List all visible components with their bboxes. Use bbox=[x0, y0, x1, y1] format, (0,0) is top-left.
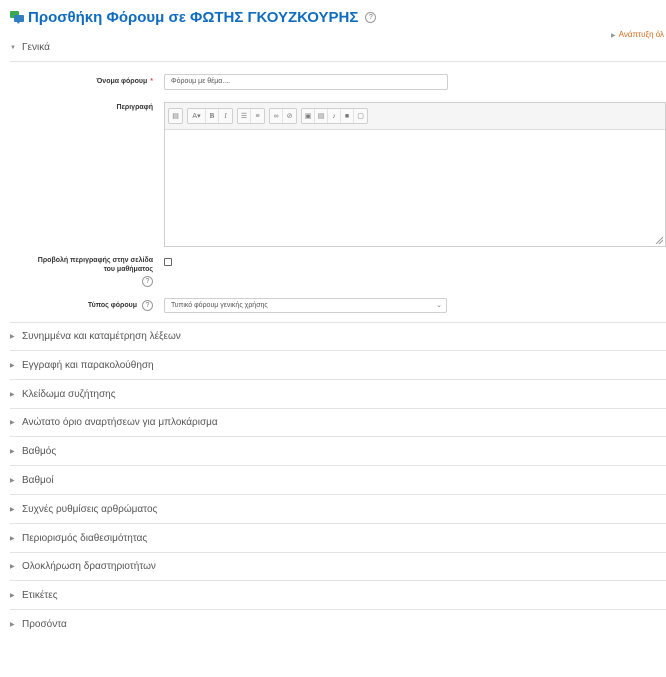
section-subscription-header[interactable]: ▶ Εγγραφή και παρακολούθηση bbox=[10, 360, 154, 371]
divider bbox=[10, 350, 666, 351]
chevron-down-icon: ⌄ bbox=[436, 302, 442, 309]
editor-toolbar: ▤ A▾ B I ☰ ≡ ∞ ⊘ ▣ ▤ ♪ ■ ▢ bbox=[165, 103, 665, 130]
record-video-icon[interactable]: ■ bbox=[341, 109, 354, 123]
divider bbox=[10, 552, 666, 553]
show-description-label: Προβολή περιγραφής στην σελίδα του μαθήμ… bbox=[37, 257, 153, 287]
caret-right-icon: ▶ bbox=[10, 363, 15, 369]
required-icon: * bbox=[150, 78, 153, 85]
help-icon[interactable]: ? bbox=[365, 11, 377, 23]
divider bbox=[10, 61, 666, 62]
section-label: Συνημμένα και καταμέτρηση λέξεων bbox=[22, 331, 181, 342]
section-tags-header[interactable]: ▶ Ετικέτες bbox=[10, 590, 58, 601]
caret-right-icon: ▶ bbox=[10, 334, 15, 340]
section-ratings-header[interactable]: ▶ Βαθμοί bbox=[10, 475, 54, 486]
help-icon[interactable]: ? bbox=[142, 300, 153, 311]
resize-handle-icon[interactable] bbox=[655, 236, 663, 244]
toggle-toolbar-icon[interactable]: ▤ bbox=[169, 109, 182, 123]
page-title: Προσθήκη Φόρουμ σε ΦΩΤΗΣ ΓΚΟΥΖΚΟΥΡΗΣ bbox=[28, 8, 359, 26]
caret-right-icon: ▶ bbox=[10, 392, 15, 398]
divider bbox=[10, 322, 666, 323]
unordered-list-icon[interactable]: ☰ bbox=[238, 109, 251, 123]
caret-right-icon: ▶ bbox=[10, 449, 15, 455]
section-label: Συχνές ρυθμίσεις αρθρώματος bbox=[22, 504, 158, 515]
forum-type-label-row: Τύπος φόρουμ ? bbox=[60, 300, 153, 311]
toolbar-group: ☰ ≡ bbox=[237, 108, 265, 124]
forum-name-input[interactable]: Φόρουμ με θέμα.... bbox=[164, 74, 448, 90]
divider bbox=[10, 465, 666, 466]
section-label: Κλείδωμα συζήτησης bbox=[22, 389, 116, 400]
caret-right-icon: ▶ bbox=[10, 478, 15, 484]
section-competencies-header[interactable]: ▶ Προσόντα bbox=[10, 619, 67, 630]
caret-right-icon: ▶ bbox=[10, 593, 15, 599]
divider bbox=[10, 436, 666, 437]
section-label: Βαθμοί bbox=[22, 475, 54, 486]
section-label: Προσόντα bbox=[22, 619, 67, 630]
divider bbox=[10, 523, 666, 524]
description-label: Περιγραφή bbox=[116, 104, 153, 111]
show-description-checkbox[interactable] bbox=[164, 258, 172, 266]
ordered-list-icon[interactable]: ≡ bbox=[251, 109, 264, 123]
expand-all-caret-icon: ▶ bbox=[611, 33, 616, 39]
section-grade-header[interactable]: ▶ Βαθμός bbox=[10, 446, 56, 457]
divider bbox=[10, 609, 666, 610]
section-activity-completion-header[interactable]: ▶ Ολοκλήρωση δραστηριοτήτων bbox=[10, 561, 156, 572]
record-audio-icon[interactable]: ♪ bbox=[328, 109, 341, 123]
toolbar-group: ▤ bbox=[168, 108, 183, 124]
section-restrict-access-header[interactable]: ▶ Περιορισμός διαθεσιμότητας bbox=[10, 533, 147, 544]
caret-right-icon: ▶ bbox=[10, 536, 15, 542]
section-label: Εγγραφή και παρακολούθηση bbox=[22, 360, 154, 371]
caret-right-icon: ▶ bbox=[10, 507, 15, 513]
toolbar-group: ∞ ⊘ bbox=[269, 108, 297, 124]
expand-all-link[interactable]: ▶ Ανάπτυξη όλ bbox=[611, 30, 664, 39]
section-discussion-lock-header[interactable]: ▶ Κλείδωμα συζήτησης bbox=[10, 389, 116, 400]
forum-type-select[interactable]: Τυπικό φόρουμ γενικής χρήσης ⌄ bbox=[164, 298, 447, 313]
section-label: Ετικέτες bbox=[22, 590, 58, 601]
divider bbox=[10, 494, 666, 495]
link-icon[interactable]: ∞ bbox=[270, 109, 283, 123]
section-label: Ανώτατο όριο αναρτήσεων για μπλοκάρισμα bbox=[22, 417, 218, 428]
caret-right-icon: ▶ bbox=[10, 622, 15, 628]
forum-type-selected: Τυπικό φόρουμ γενικής χρήσης bbox=[171, 302, 268, 309]
divider bbox=[10, 379, 666, 380]
media-icon[interactable]: ▤ bbox=[315, 109, 328, 123]
section-common-settings-header[interactable]: ▶ Συχνές ρυθμίσεις αρθρώματος bbox=[10, 504, 157, 515]
image-icon[interactable]: ▣ bbox=[302, 109, 315, 123]
section-attachments-header[interactable]: ▶ Συνημμένα και καταμέτρηση λέξεων bbox=[10, 331, 181, 342]
description-editor[interactable]: ▤ A▾ B I ☰ ≡ ∞ ⊘ ▣ ▤ ♪ ■ ▢ bbox=[164, 102, 666, 247]
caret-down-icon: ▼ bbox=[10, 44, 16, 51]
caret-right-icon: ▶ bbox=[10, 420, 15, 426]
section-post-threshold-header[interactable]: ▶ Ανώτατο όριο αναρτήσεων για μπλοκάρισμα bbox=[10, 417, 218, 428]
divider bbox=[10, 580, 666, 581]
bold-icon[interactable]: B bbox=[206, 109, 219, 123]
help-icon[interactable]: ? bbox=[142, 276, 153, 287]
toolbar-group: A▾ B I bbox=[187, 108, 233, 124]
toolbar-group: ▣ ▤ ♪ ■ ▢ bbox=[301, 108, 368, 124]
caret-right-icon: ▶ bbox=[10, 564, 15, 570]
section-general-header[interactable]: ▼ Γενικά bbox=[10, 42, 50, 53]
forum-type-label: Τύπος φόρουμ bbox=[87, 302, 137, 309]
section-label: Περιορισμός διαθεσιμότητας bbox=[22, 533, 148, 544]
section-label: Βαθμός bbox=[22, 446, 57, 457]
forum-icon bbox=[10, 10, 24, 24]
divider bbox=[10, 408, 666, 409]
section-general-label: Γενικά bbox=[22, 42, 50, 53]
forum-name-label: Όνομα φόρουμ * bbox=[96, 78, 153, 85]
section-label: Ολοκλήρωση δραστηριοτήτων bbox=[22, 561, 156, 572]
italic-icon[interactable]: I bbox=[219, 109, 232, 123]
font-size-icon[interactable]: A▾ bbox=[188, 109, 206, 123]
unlink-icon[interactable]: ⊘ bbox=[283, 109, 296, 123]
manage-files-icon[interactable]: ▢ bbox=[354, 109, 367, 123]
page-title-row: Προσθήκη Φόρουμ σε ΦΩΤΗΣ ΓΚΟΥΖΚΟΥΡΗΣ ? bbox=[10, 6, 377, 28]
